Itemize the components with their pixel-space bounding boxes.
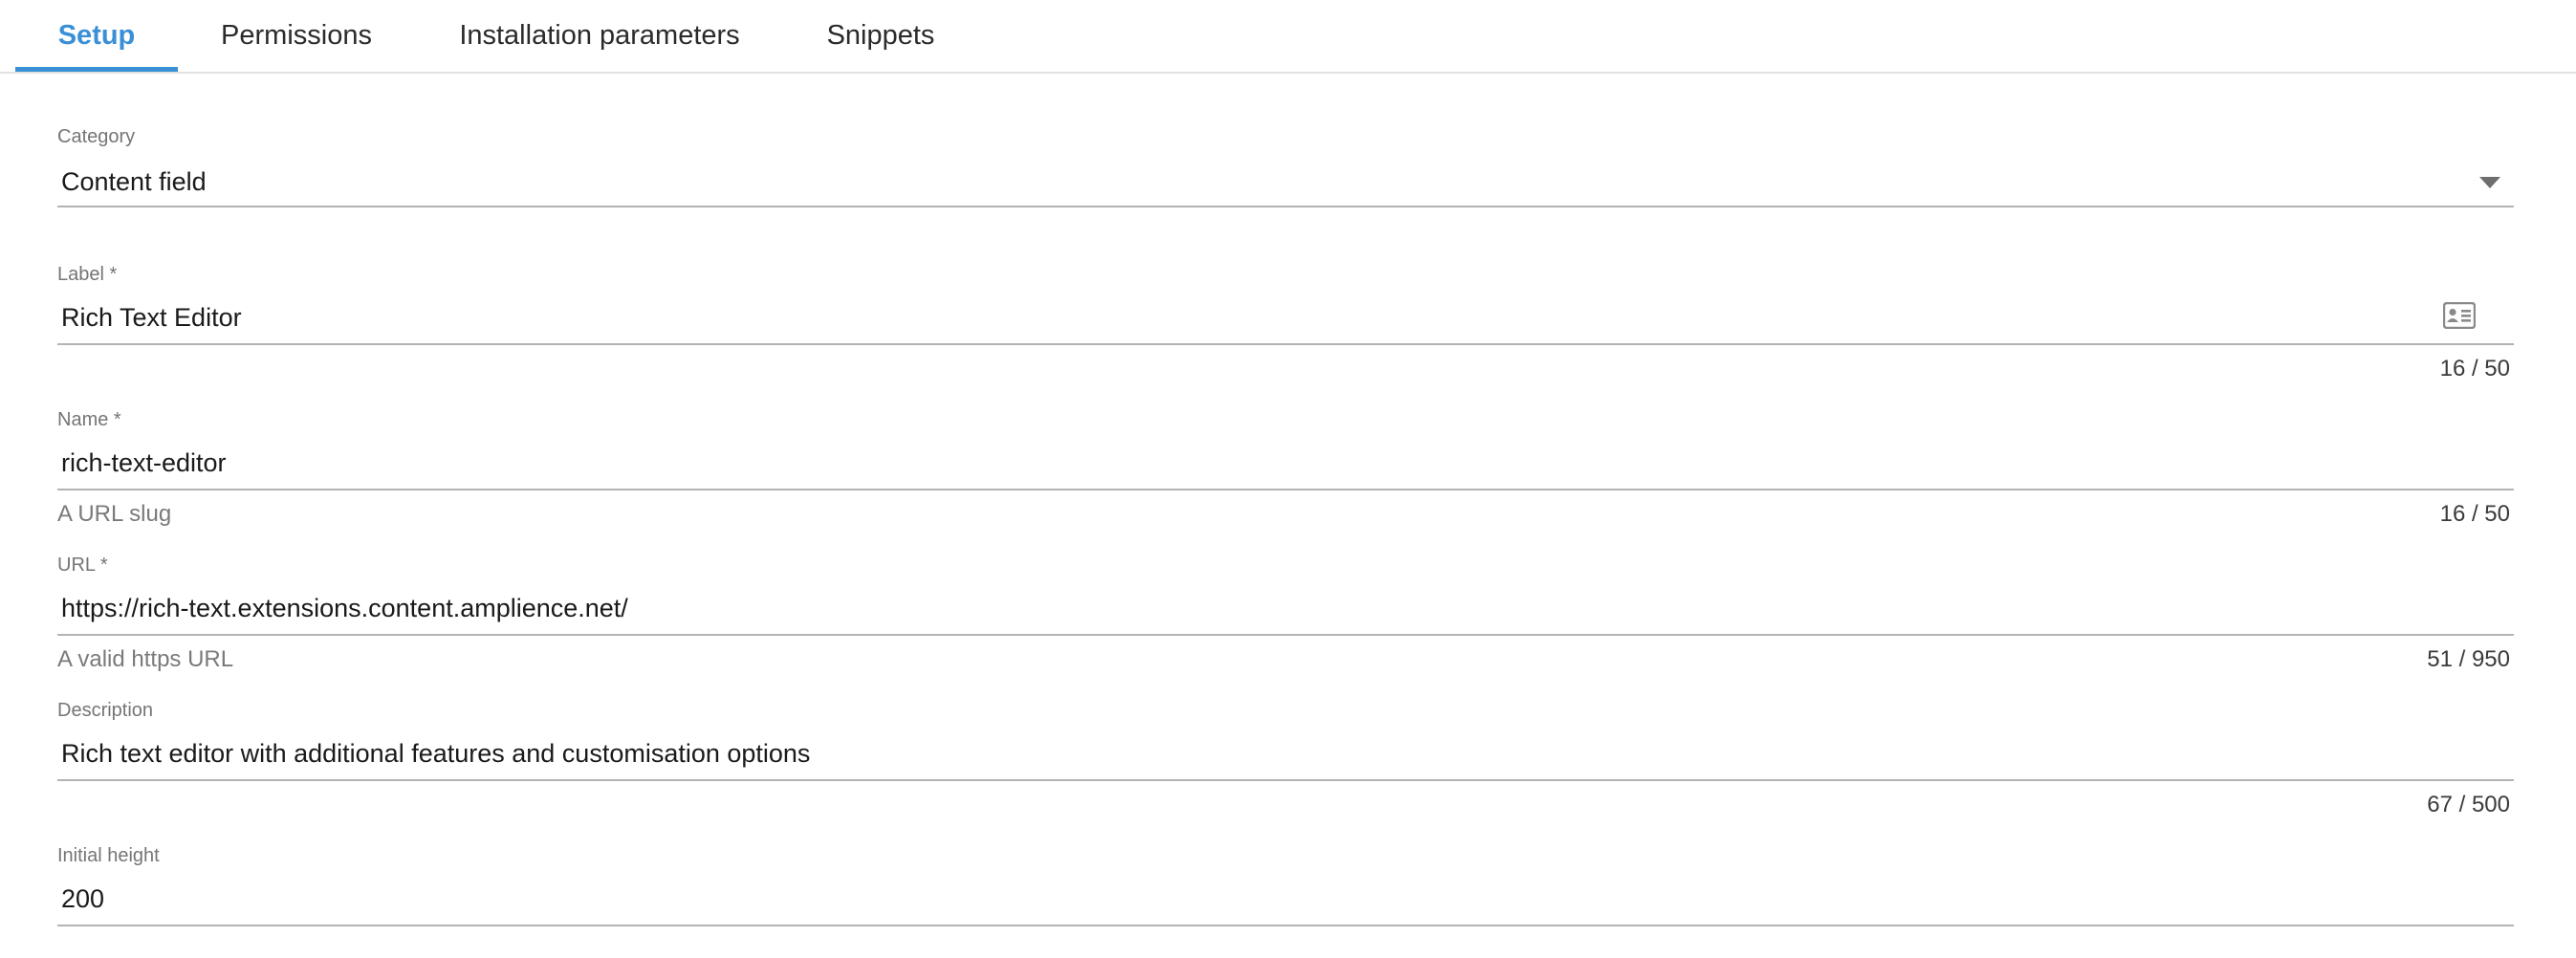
url-helper-text: A valid https URL (57, 646, 234, 672)
url-underline (57, 634, 2514, 636)
initial-height-underline (57, 925, 2514, 926)
description-underline (57, 779, 2514, 781)
name-char-counter: 16 / 50 (2439, 501, 2510, 527)
active-tab-indicator (15, 67, 178, 72)
tab-snippets[interactable]: Snippets (809, 0, 952, 72)
name-field: Name * A URL slug 16 / 50 (57, 407, 2514, 532)
url-field-label: URL * (57, 555, 108, 576)
category-value[interactable]: Content field (61, 164, 2404, 199)
name-input[interactable] (61, 446, 2404, 480)
tab-installation-parameters[interactable]: Installation parameters (428, 0, 771, 72)
category-label: Category (57, 126, 136, 147)
description-input[interactable] (61, 736, 2404, 771)
chevron-down-icon[interactable] (2479, 177, 2500, 188)
contact-card-icon[interactable] (2442, 301, 2477, 334)
tab-permissions[interactable]: Permissions (193, 0, 400, 72)
tab-bar: Setup Permissions Installation parameter… (0, 0, 2576, 74)
name-helper-text: A URL slug (57, 501, 172, 527)
url-input[interactable] (61, 591, 2404, 625)
tab-setup[interactable]: Setup (15, 0, 178, 72)
label-char-counter: 16 / 50 (2439, 356, 2510, 381)
label-input[interactable] (61, 300, 2404, 335)
url-field: URL * A valid https URL 51 / 950 (57, 553, 2514, 677)
label-field-label: Label * (57, 264, 118, 285)
url-char-counter: 51 / 950 (2427, 646, 2510, 672)
initial-height-input[interactable] (61, 882, 2404, 916)
category-underline (57, 206, 2514, 207)
name-underline (57, 489, 2514, 490)
name-field-label: Name * (57, 409, 121, 430)
description-field: Description 67 / 500 (57, 698, 2514, 822)
description-field-label: Description (57, 700, 154, 721)
label-underline (57, 343, 2514, 345)
initial-height-field: Initial height (57, 843, 2514, 939)
label-field: Label * 16 / 50 (57, 262, 2514, 386)
initial-height-field-label: Initial height (57, 845, 160, 866)
description-char-counter: 67 / 500 (2427, 792, 2510, 817)
category-select[interactable]: Category Content field (57, 124, 2514, 208)
